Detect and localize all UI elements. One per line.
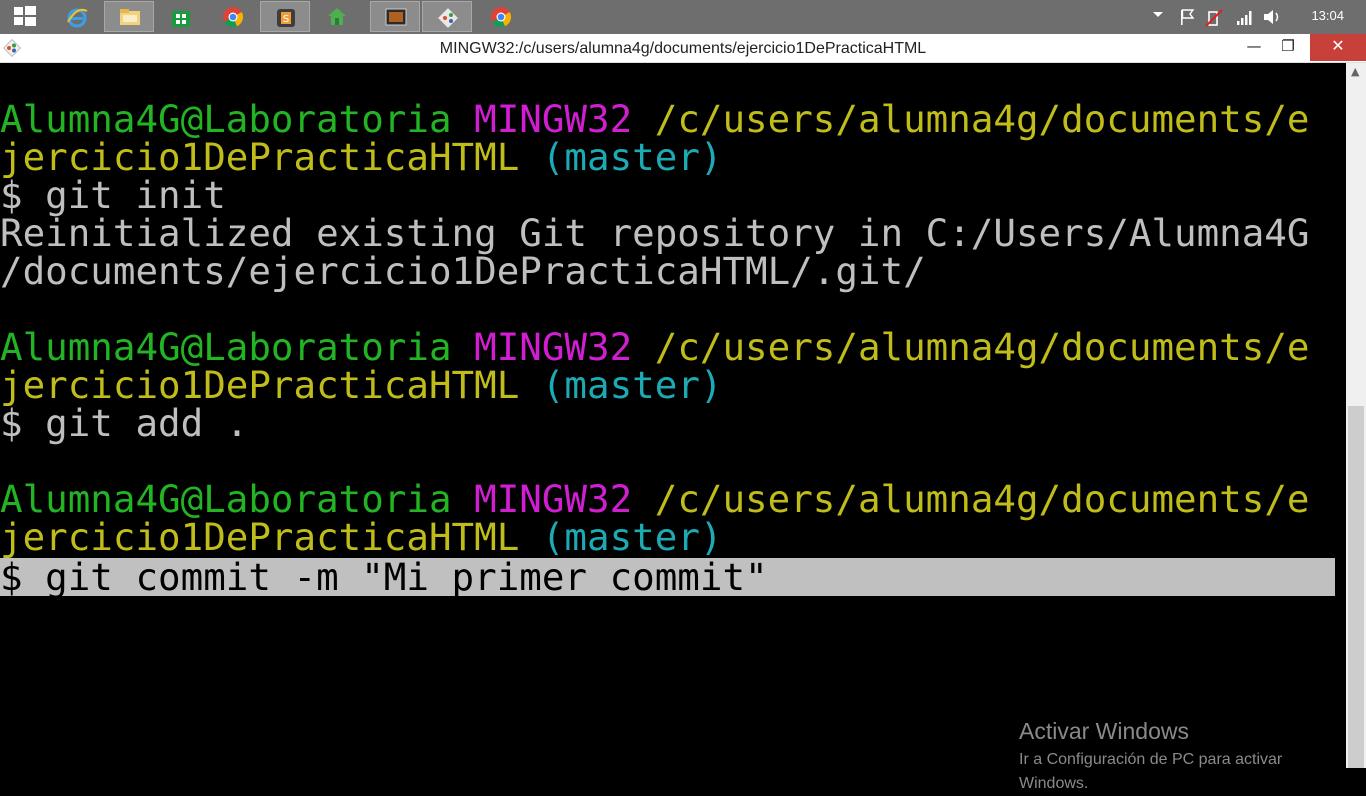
prompt-path: /c/users/alumna4g/documents/e — [654, 97, 1310, 141]
prompt-path: /c/users/alumna4g/documents/e — [654, 477, 1310, 521]
sublime-text-icon: S — [277, 9, 295, 27]
file-explorer-icon — [120, 9, 140, 25]
internet-explorer-icon — [67, 8, 88, 28]
prompt-path: /c/users/alumna4g/documents/e — [654, 325, 1310, 369]
taskbar-sourcetree[interactable] — [312, 1, 362, 32]
prompt-path-cont: jercicio1DePracticaHTML — [0, 515, 520, 559]
power-plug-icon[interactable] — [1204, 8, 1224, 28]
prompt-line-wrap: jercicio1DePracticaHTML (master) — [0, 138, 722, 176]
git-bash-icon — [438, 8, 458, 28]
store-icon — [172, 11, 190, 27]
window-titlebar[interactable]: MINGW32:/c/users/alumna4g/documents/ejer… — [0, 34, 1366, 63]
chrome-icon — [223, 7, 244, 28]
scroll-up-arrow-icon: ▲ — [1351, 65, 1360, 78]
chevron-up-icon[interactable] — [1152, 8, 1164, 20]
taskbar-terminal[interactable] — [370, 1, 420, 32]
current-command-input[interactable]: $ git commit -m "Mi primer commit" — [0, 558, 768, 596]
chrome-alt-icon — [491, 7, 512, 28]
svg-text:S: S — [283, 14, 289, 25]
windows-logo-icon — [14, 6, 36, 26]
taskbar-chrome-alt[interactable] — [476, 1, 526, 32]
prompt-branch: (master) — [541, 363, 723, 407]
taskbar-store[interactable] — [156, 1, 206, 32]
taskbar-git-bash[interactable] — [422, 1, 472, 32]
prompt-branch: (master) — [541, 135, 723, 179]
output-line: /documents/ejercicio1DePracticaHTML/.git… — [0, 249, 926, 293]
volume-icon[interactable] — [1262, 8, 1282, 26]
terminal-output[interactable]: Alumna4G@Laboratoria MINGW32 /c/users/al… — [0, 63, 1346, 792]
prompt-branch: (master) — [541, 515, 723, 559]
maximize-button[interactable]: ❐ — [1266, 34, 1310, 61]
vertical-scrollbar[interactable]: ▲ — [1346, 63, 1366, 768]
taskbar-file-explorer[interactable] — [104, 1, 154, 32]
clock[interactable]: 13:04 — [1311, 8, 1344, 23]
taskbar-sublime-text[interactable]: S — [260, 1, 310, 32]
command-line: $ git add . — [0, 401, 249, 445]
start-button[interactable] — [0, 1, 50, 32]
action-center-flag-icon[interactable] — [1178, 8, 1196, 26]
terminal-icon — [385, 8, 407, 26]
prompt-line: Alumna4G@Laboratoria MINGW32 /c/users/al… — [0, 328, 1309, 366]
command-line: $ git init — [0, 173, 226, 217]
prompt-line-wrap: jercicio1DePracticaHTML (master) — [0, 366, 722, 404]
prompt-line: Alumna4G@Laboratoria MINGW32 /c/users/al… — [0, 100, 1309, 138]
scrollbar-thumb[interactable] — [1348, 406, 1364, 768]
scroll-up-button[interactable]: ▲ — [1346, 63, 1366, 83]
output-line: Reinitialized existing Git repository in… — [0, 211, 1310, 255]
taskbar-internet-explorer[interactable] — [52, 1, 102, 32]
prompt-line: Alumna4G@Laboratoria MINGW32 /c/users/al… — [0, 480, 1309, 518]
watermark-subtitle: Ir a Configuración de PC para activar Wi… — [1019, 751, 1283, 792]
prompt-line-wrap: jercicio1DePracticaHTML (master) — [0, 518, 722, 556]
window-title: MINGW32:/c/users/alumna4g/documents/ejer… — [439, 40, 927, 57]
close-button[interactable]: ✕ — [1310, 34, 1366, 61]
taskbar-chrome[interactable] — [208, 1, 258, 32]
network-signal-icon[interactable] — [1236, 8, 1254, 26]
sourcetree-icon — [328, 8, 346, 25]
activation-watermark: Activar Windows Ir a Configuración de PC… — [1019, 717, 1319, 796]
taskbar: S 13:04 — [0, 0, 1366, 34]
watermark-title: Activar Windows — [1019, 718, 1189, 744]
close-icon: ✕ — [1331, 36, 1345, 55]
maximize-icon: ❐ — [1281, 37, 1295, 55]
